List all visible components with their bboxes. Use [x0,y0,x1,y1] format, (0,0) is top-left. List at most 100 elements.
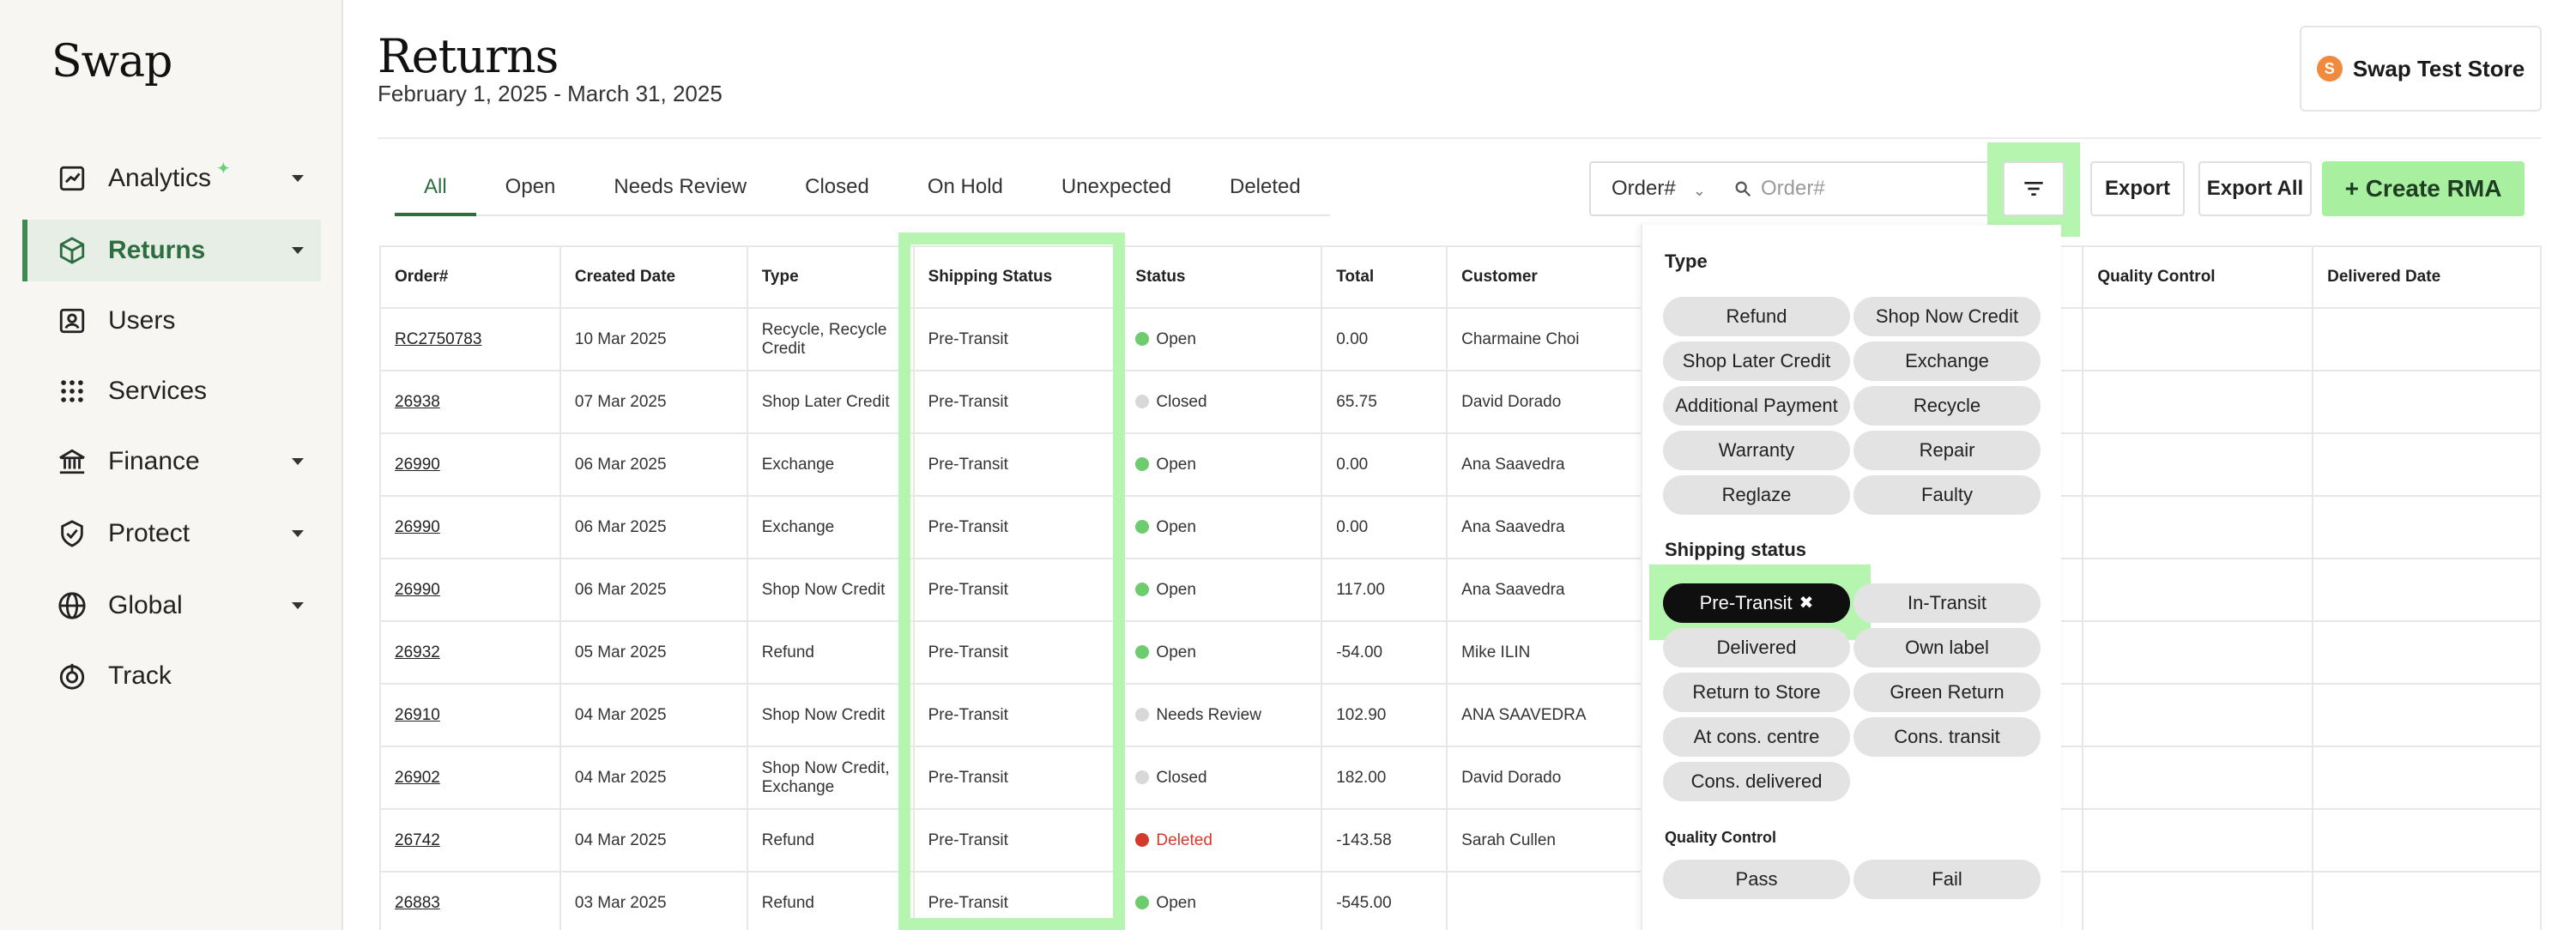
chip-warranty[interactable]: Warranty [1663,431,1850,470]
chip-repair[interactable]: Repair [1853,431,2041,470]
chip-exchange[interactable]: Exchange [1853,341,2041,381]
order-link[interactable]: 26938 [379,370,561,434]
close-icon[interactable]: ✖ [1799,595,1814,612]
order-link[interactable]: 26883 [379,871,561,930]
sidebar-item-finance[interactable]: Finance [22,431,321,492]
sidebar-item-analytics[interactable]: Analytics ✦ [22,148,321,209]
table-row[interactable]: 26902 04 Mar 2025 Shop Now Credit, Excha… [379,746,2542,810]
column-header-delivered-date[interactable]: Delivered Date [2312,245,2542,309]
chip-pass[interactable]: Pass [1663,860,1850,899]
export-all-button[interactable]: Export All [2198,161,2312,216]
tab-closed[interactable]: Closed [776,160,898,214]
quality-control [2082,746,2314,810]
chip-cons-delivered[interactable]: Cons. delivered [1663,762,1850,801]
table-row[interactable]: 26938 07 Mar 2025 Shop Later Credit Pre-… [379,370,2542,434]
column-header-customer[interactable]: Customer [1446,245,1654,309]
chip-shop-later-credit[interactable]: Shop Later Credit [1663,341,1850,381]
table-row[interactable]: RC2750783 10 Mar 2025 Recycle, Recycle C… [379,307,2542,371]
order-link[interactable]: 26902 [379,746,561,810]
app-logo[interactable]: Swap [51,36,172,88]
table-row[interactable]: 26990 06 Mar 2025 Exchange Pre-Transit O… [379,495,2542,559]
chip-pre-transit[interactable]: Pre-Transit ✖ [1663,583,1850,623]
sidebar-item-track[interactable]: Track [22,645,321,707]
filter-button[interactable] [2003,161,2065,216]
table-row[interactable]: 26990 06 Mar 2025 Exchange Pre-Transit O… [379,432,2542,497]
column-header-order[interactable]: Order# [379,245,561,309]
order-link[interactable]: 26910 [379,683,561,747]
sidebar-item-protect[interactable]: Protect [22,503,321,565]
column-header-status[interactable]: Status [1120,245,1323,309]
created-date: 03 Mar 2025 [559,871,748,930]
target-icon [57,661,88,691]
store-switcher-button[interactable]: S Swap Test Store [2300,26,2542,112]
table-row[interactable]: 26990 06 Mar 2025 Shop Now Credit Pre-Tr… [379,558,2542,622]
customer: Ana Saavedra [1446,558,1654,622]
search-input[interactable] [1761,177,1984,201]
sidebar-item-global[interactable]: Global [22,575,321,637]
order-link[interactable]: 26990 [379,432,561,497]
chip-green-return[interactable]: Green Return [1853,673,2041,712]
order-link[interactable]: 26932 [379,620,561,685]
column-header-shipping-status[interactable]: Shipping Status [912,245,1122,309]
chip-recycle[interactable]: Recycle [1853,386,2041,426]
chip-refund[interactable]: Refund [1663,297,1850,336]
column-header-quality-control[interactable]: Quality Control [2082,245,2314,309]
order-link[interactable]: 26990 [379,558,561,622]
order-link[interactable]: RC2750783 [379,307,561,371]
return-type: Refund [746,620,915,685]
column-header-total[interactable]: Total [1321,245,1448,309]
sidebar-item-label: Finance [108,447,200,475]
total: 182.00 [1321,746,1448,810]
search-field-select[interactable]: Order# ⌄ [1589,161,1720,216]
chip-at-cons-centre[interactable]: At cons. centre [1663,717,1850,757]
order-link[interactable]: 26990 [379,495,561,559]
column-header-created-date[interactable]: Created Date [559,245,748,309]
filter-heading-shipping-status: Shipping status [1665,539,1806,560]
chip-delivered[interactable]: Delivered [1663,628,1850,667]
column-header-type[interactable]: Type [746,245,915,309]
status-text: Needs Review [1156,705,1261,724]
chip-faulty[interactable]: Faulty [1853,475,2041,515]
chevron-down-icon [292,530,304,537]
store-name: Swap Test Store [2352,55,2525,82]
created-date: 04 Mar 2025 [559,746,748,810]
chip-fail[interactable]: Fail [1853,860,2041,899]
export-button[interactable]: Export [2090,161,2185,216]
chip-additional-payment[interactable]: Additional Payment [1663,386,1850,426]
status-text: Deleted [1156,830,1212,849]
order-link[interactable]: 26742 [379,808,561,873]
status-dot [1135,331,1150,346]
table-row[interactable]: 26742 04 Mar 2025 Refund Pre-Transit Del… [379,808,2542,873]
create-rma-button[interactable]: + Create RMA [2322,161,2525,216]
status-dot [1135,770,1150,784]
tab-all[interactable]: All [395,160,476,216]
tab-deleted[interactable]: Deleted [1200,160,1330,214]
chip-reglaze[interactable]: Reglaze [1663,475,1850,515]
search-field-value: Order# [1612,177,1676,200]
chip-cons-transit[interactable]: Cons. transit [1853,717,2041,757]
chip-own-label[interactable]: Own label [1853,628,2041,667]
status-cell: Closed [1120,746,1323,810]
table-row[interactable]: 26883 03 Mar 2025 Refund Pre-Transit Ope… [379,871,2542,930]
tab-on-hold[interactable]: On Hold [898,160,1032,214]
sidebar-item-services[interactable]: Services [22,360,321,422]
tab-open[interactable]: Open [476,160,585,214]
shipping-status: Pre-Transit [912,808,1122,873]
tab-unexpected[interactable]: Unexpected [1032,160,1200,214]
chip-in-transit[interactable]: In-Transit [1853,583,2041,623]
table-row[interactable]: 26932 05 Mar 2025 Refund Pre-Transit Ope… [379,620,2542,685]
sidebar-item-label: Global [108,591,183,619]
sidebar-item-users[interactable]: Users [22,290,321,352]
delivered-date [2312,495,2542,559]
chip-shop-now-credit[interactable]: Shop Now Credit [1853,297,2041,336]
tab-needs-review[interactable]: Needs Review [584,160,776,214]
sidebar-item-returns[interactable]: Returns [22,220,321,281]
status-dot [1135,832,1150,847]
returns-table: Order# Created Date Type Shipping Status… [379,245,2542,930]
delivered-date [2312,683,2542,747]
table-row[interactable]: 26910 04 Mar 2025 Shop Now Credit Pre-Tr… [379,683,2542,747]
user-icon [57,305,88,336]
customer [1446,871,1654,930]
page-title: Returns [378,29,559,83]
chip-return-to-store[interactable]: Return to Store [1663,673,1850,712]
